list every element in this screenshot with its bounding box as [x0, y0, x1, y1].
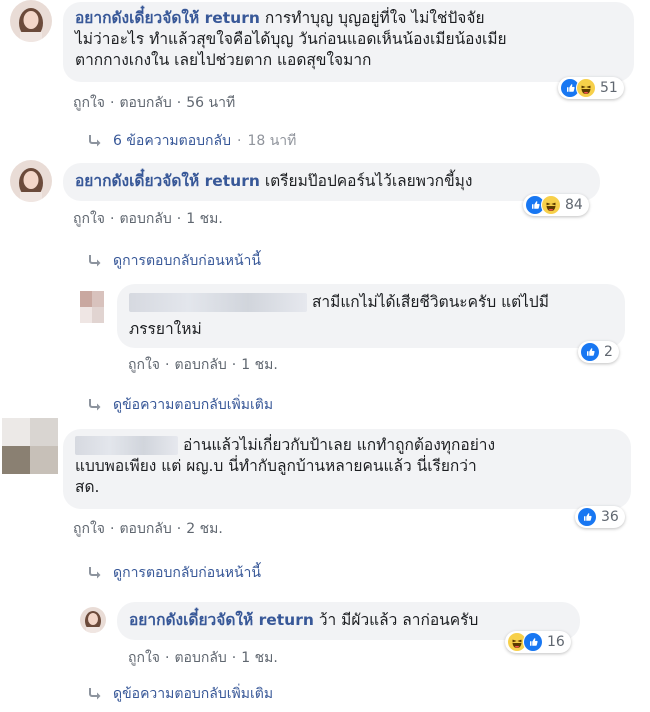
comment-text: สามีแกไม่ได้เสียชีวิตนะครับ แต่ไปมี [311, 293, 549, 311]
like-link[interactable]: ถูกใจ [73, 518, 105, 540]
comment-author[interactable]: อยากดังเดี๋ยวจัดให้ return [75, 9, 260, 27]
reaction-summary[interactable]: 51 [558, 77, 624, 99]
like-link[interactable]: ถูกใจ [128, 354, 160, 376]
reply-arrow-icon [87, 397, 103, 413]
comment-time[interactable]: 2 ชม. [186, 518, 223, 540]
like-icon [580, 342, 600, 362]
reaction-count: 16 [547, 634, 565, 650]
comment-text: สด. [75, 478, 100, 496]
comment-time[interactable]: 56 นาที [186, 92, 235, 114]
reply-link[interactable]: ตอบกลับ [174, 354, 226, 376]
comment-actions: ถูกใจ · ตอบกลับ · 56 นาที [73, 92, 235, 114]
view-more-replies[interactable]: ดูข้อความตอบกลับเพิ่มเติม [87, 394, 273, 416]
like-link[interactable]: ถูกใจ [128, 647, 160, 669]
reply-link[interactable]: ตอบกลับ [174, 647, 226, 669]
comment-text: อ่านแล้วไม่เกี่ยวกับป้าเลย แกทำถูกต้องทุ… [182, 436, 496, 454]
comment-text: แบบพอเพียง แต่ ผญ.บ นี่ทำกับลูกบ้านหลายค… [75, 457, 477, 475]
comment-bubble: อ่านแล้วไม่เกี่ยวกับป้าเลย แกทำถูกต้องทุ… [63, 429, 631, 509]
comment-actions: ถูกใจ · ตอบกลับ · 2 ชม. [73, 518, 223, 540]
reply-time: 18 นาที [247, 133, 297, 149]
avatar[interactable] [80, 607, 106, 633]
comment-time[interactable]: 1 ชม. [241, 647, 278, 669]
comment-text: เตรียมป๊อปคอร์นไว้เลยพวกขี้มุง [264, 172, 473, 190]
reaction-count: 2 [604, 344, 613, 360]
comment-author[interactable]: อยากดังเดี๋ยวจัดให้ return [75, 172, 260, 190]
reply-arrow-icon [87, 686, 103, 702]
avatar-image [2, 418, 58, 474]
comment-actions: ถูกใจ · ตอบกลับ · 1 ชม. [73, 208, 223, 230]
comment-text: ตากกางเกงใน เลยไปช่วยตาก แอดสุขใจมาก [75, 51, 372, 69]
comment-actions: ถูกใจ · ตอบกลับ · 1 ชม. [128, 354, 278, 376]
view-more-replies-label[interactable]: ดูข้อความตอบกลับเพิ่มเติม [113, 394, 273, 416]
avatar-image [10, 160, 52, 202]
view-replies[interactable]: 6 ข้อความตอบกลับ · 18 นาที [87, 130, 296, 152]
avatar-image [80, 607, 106, 633]
comment-time[interactable]: 1 ชม. [186, 208, 223, 230]
comment-author[interactable]: อยากดังเดี๋ยวจัดให้ return [129, 611, 314, 629]
reply-arrow-icon [87, 565, 103, 581]
like-link[interactable]: ถูกใจ [73, 92, 105, 114]
view-previous-replies[interactable]: ดูการตอบกลับก่อนหน้านี้ [87, 250, 261, 272]
reaction-summary[interactable]: 36 [575, 506, 625, 528]
reply-link[interactable]: ตอบกลับ [119, 92, 171, 114]
like-icon [523, 632, 543, 652]
blurred-author-name [75, 436, 178, 455]
avatar[interactable] [10, 160, 52, 202]
view-previous-replies-label[interactable]: ดูการตอบกลับก่อนหน้านี้ [113, 562, 261, 584]
avatar-image [80, 291, 104, 323]
reaction-count: 51 [600, 80, 618, 96]
avatar[interactable] [2, 418, 58, 474]
comment-text: การทำบุญ บุญอยู่ที่ใจ ไม่ใช่ปัจจัย [264, 9, 485, 27]
view-more-replies[interactable]: ดูข้อความตอบกลับเพิ่มเติม [87, 683, 273, 705]
reply-link[interactable]: ตอบกลับ [119, 518, 171, 540]
avatar[interactable] [10, 0, 52, 42]
comment-text: ไม่ว่าอะไร ทำแล้วสุขใจคือได้บุญ วันก่อนแ… [75, 30, 507, 48]
comment-text: ว้า มีผัวแล้ว ลาก่อนครับ [318, 611, 479, 629]
reply-arrow-icon [87, 253, 103, 269]
reaction-summary[interactable]: 2 [578, 341, 619, 363]
blurred-author-name [129, 293, 307, 312]
reaction-count: 36 [601, 509, 619, 525]
view-previous-replies[interactable]: ดูการตอบกลับก่อนหน้านี้ [87, 562, 261, 584]
avatar-image [10, 0, 52, 42]
comment-bubble: อยากดังเดี๋ยวจัดให้ return เตรียมป๊อปคอร… [63, 163, 600, 201]
haha-icon [541, 195, 561, 215]
comment-bubble: อยากดังเดี๋ยวจัดให้ return การทำบุญ บุญอ… [63, 2, 634, 82]
like-link[interactable]: ถูกใจ [73, 208, 105, 230]
reaction-count: 84 [565, 197, 583, 213]
reaction-summary[interactable]: 84 [523, 194, 589, 216]
comment-actions: ถูกใจ · ตอบกลับ · 1 ชม. [128, 647, 278, 669]
avatar[interactable] [80, 291, 104, 323]
comment-text: ภรรยาใหม่ [129, 320, 202, 338]
haha-icon [576, 78, 596, 98]
view-more-replies-label[interactable]: ดูข้อความตอบกลับเพิ่มเติม [113, 683, 273, 705]
reaction-summary[interactable]: 16 [505, 631, 571, 653]
comment-bubble: สามีแกไม่ได้เสียชีวิตนะครับ แต่ไปมี ภรรย… [117, 284, 625, 348]
comment-time[interactable]: 1 ชม. [241, 354, 278, 376]
view-previous-replies-label[interactable]: ดูการตอบกลับก่อนหน้านี้ [113, 250, 261, 272]
like-icon [577, 507, 597, 527]
reply-count[interactable]: 6 ข้อความตอบกลับ [113, 130, 231, 152]
reply-link[interactable]: ตอบกลับ [119, 208, 171, 230]
reply-arrow-icon [87, 133, 103, 149]
